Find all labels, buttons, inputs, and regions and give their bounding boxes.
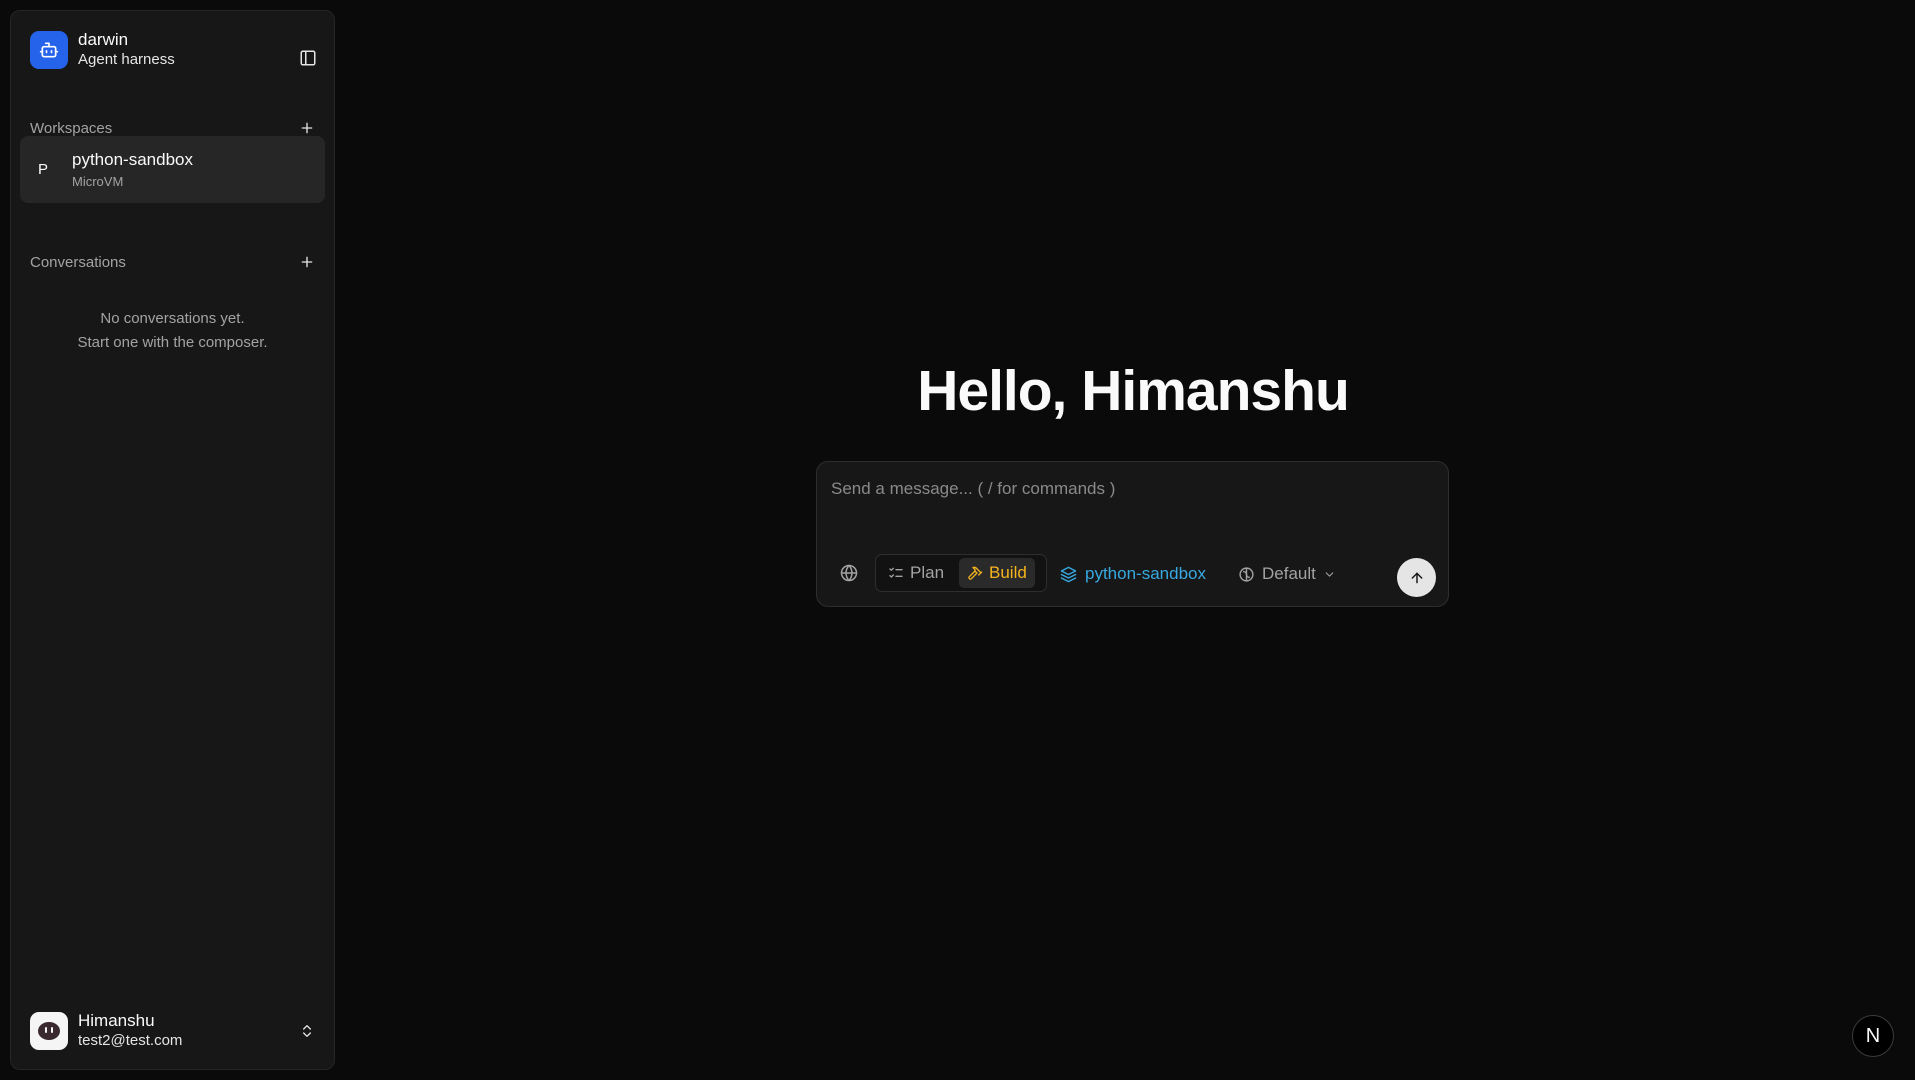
workspace-selector[interactable]: python-sandbox: [1060, 560, 1206, 588]
workspaces-title: Workspaces: [30, 119, 113, 137]
chevrons-up-down-icon: [297, 1021, 317, 1041]
list-checks-icon: [889, 567, 903, 578]
user-name: Himanshu: [78, 1011, 155, 1030]
sidebar: darwin Agent harness Workspaces P python…: [10, 10, 335, 1070]
conversations-empty-state: No conversations yet. Start one with the…: [11, 307, 334, 355]
app-subtitle: Agent harness: [78, 51, 175, 68]
add-workspace-button[interactable]: [297, 118, 317, 138]
build-mode-button[interactable]: Build: [959, 558, 1035, 588]
send-button[interactable]: [1397, 558, 1436, 597]
empty-line-1: No conversations yet.: [100, 310, 245, 327]
empty-line-2: Start one with the composer.: [77, 334, 268, 351]
greeting-heading: Hello, Himanshu: [917, 359, 1350, 423]
globe-icon[interactable]: [839, 563, 859, 583]
build-label: Build: [989, 563, 1027, 582]
add-conversation-button[interactable]: [297, 252, 317, 272]
user-menu[interactable]: Himanshu test2@test.com: [30, 1011, 317, 1051]
layers-icon: [1060, 566, 1077, 582]
arrow-up-icon: [1411, 572, 1422, 583]
workspace-item-python-sandbox[interactable]: P python-sandbox MicroVM: [20, 136, 325, 203]
conversations-title: Conversations: [30, 253, 126, 271]
bot-icon: [30, 31, 68, 69]
plan-label: Plan: [910, 563, 945, 582]
brain-icon: [1239, 566, 1254, 582]
sidebar-toggle-icon[interactable]: [297, 47, 319, 69]
avatar: [30, 1012, 68, 1050]
user-avatar-icon: [38, 1022, 60, 1040]
app-name: darwin: [78, 30, 129, 49]
workspace-type: MicroVM: [72, 174, 124, 189]
chevron-down-icon: [1325, 571, 1334, 577]
nextjs-badge[interactable]: N: [1852, 1015, 1894, 1057]
brand: darwin Agent harness: [30, 30, 175, 70]
plus-icon: [301, 256, 313, 268]
workspace-selector-label: python-sandbox: [1085, 564, 1206, 583]
workspace-avatar: P: [37, 160, 48, 178]
plus-icon: [301, 122, 313, 134]
model-label: Default: [1262, 564, 1316, 583]
workspace-name: python-sandbox: [72, 150, 193, 169]
plan-mode-button[interactable]: Plan: [880, 558, 952, 588]
mode-toggle: Plan Build: [875, 554, 1047, 592]
conversations-header: Conversations: [30, 251, 317, 273]
model-selector[interactable]: Default: [1238, 560, 1336, 588]
user-email: test2@test.com: [78, 1032, 183, 1049]
hammer-icon: [968, 566, 983, 580]
message-input[interactable]: [831, 474, 1431, 504]
composer: Plan Build python-sandbox Default: [816, 461, 1449, 607]
